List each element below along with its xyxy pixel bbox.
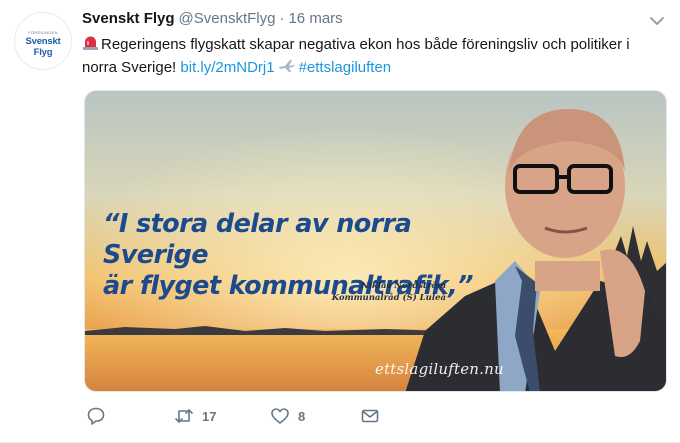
retweet-button[interactable]: 17 (174, 404, 216, 428)
tweet-header: Svenskt Flyg @SvensktFlyg · 16 mars (82, 10, 343, 30)
author-handle[interactable]: @SvensktFlyg (179, 10, 276, 27)
quote-attribution-role: Kommunalråd (S) Luleå (331, 293, 446, 303)
header-separator: · (279, 10, 285, 27)
tweet-media-image[interactable]: “I stora delar av norra Sverige är flyge… (84, 90, 667, 392)
tweet-date[interactable]: 16 mars (288, 10, 342, 27)
reply-button[interactable] (86, 404, 106, 428)
media-watermark: ettslagiluften.nu (375, 360, 504, 378)
like-button[interactable]: 8 (270, 404, 305, 428)
reply-icon (87, 407, 105, 425)
retweet-icon (175, 409, 193, 423)
direct-message-button[interactable] (360, 404, 380, 428)
tweet-actions: 17 8 (84, 404, 384, 428)
airplane-emoji (278, 60, 295, 72)
retweet-count: 17 (202, 408, 217, 424)
heart-icon (271, 408, 289, 424)
tweet-link[interactable]: bit.ly/2mNDrj1 (180, 59, 274, 76)
rotating-light-emoji (83, 36, 98, 50)
avatar-logo-text: Svenskt Flyg (25, 36, 61, 58)
envelope-icon (361, 409, 379, 423)
tweet-hashtag[interactable]: #ettslagiluften (299, 59, 392, 76)
chevron-down-icon[interactable] (648, 12, 666, 30)
tweet-card[interactable]: FÖRENINGEN Svenskt Flyg Svenskt Flyg @Sv… (0, 0, 680, 443)
author-name[interactable]: Svenskt Flyg (82, 10, 175, 27)
quote-attribution-name: Niklas Nordström (360, 281, 446, 291)
avatar-supertitle: FÖRENINGEN (28, 30, 58, 35)
avatar[interactable]: FÖRENINGEN Svenskt Flyg (14, 12, 72, 70)
tweet-text: Regeringens flygskatt skapar negativa ek… (82, 33, 652, 79)
quote-line-1: “I stora delar av norra Sverige (103, 209, 412, 270)
like-count: 8 (298, 408, 306, 424)
